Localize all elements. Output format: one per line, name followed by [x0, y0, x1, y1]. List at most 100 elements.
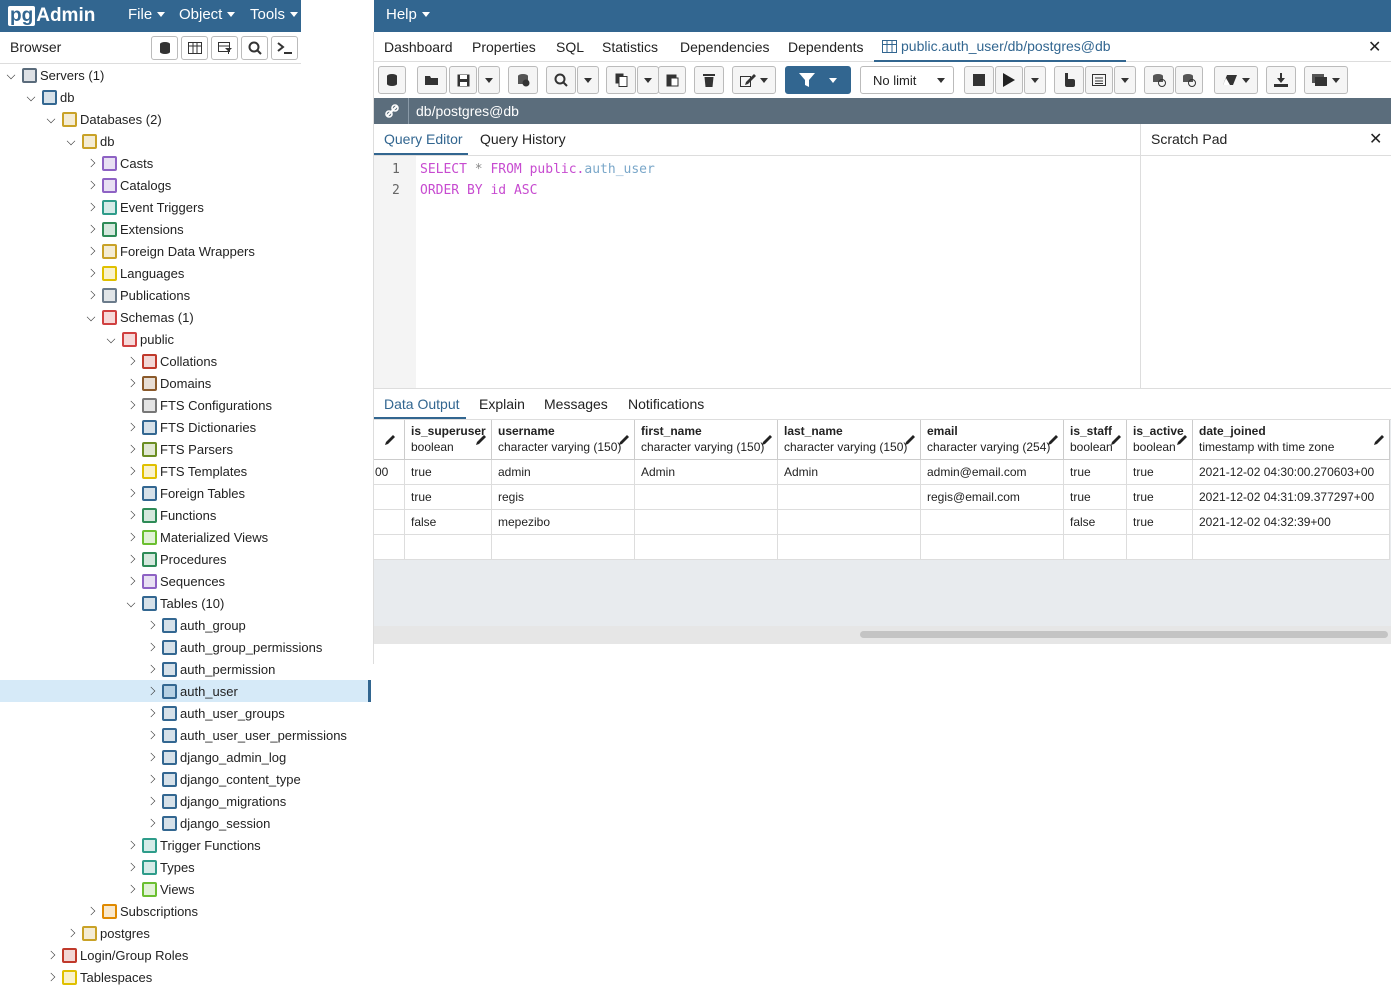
table-cell[interactable]: true: [1127, 460, 1193, 485]
column-header[interactable]: username character varying (150): [492, 420, 635, 460]
tree-node[interactable]: Subscriptions: [86, 900, 198, 922]
column-header[interactable]: last_name character varying (150): [778, 420, 921, 460]
chevron-right-icon[interactable]: [146, 708, 156, 718]
chevron-right-icon[interactable]: [86, 180, 96, 190]
save-data-button[interactable]: [508, 66, 538, 94]
execute-dropdown[interactable]: [1024, 66, 1046, 94]
chevron-right-icon[interactable]: [86, 224, 96, 234]
chevron-right-icon[interactable]: [46, 972, 56, 982]
chevron-right-icon[interactable]: [126, 840, 136, 850]
tree-node[interactable]: Tables (10): [126, 592, 224, 614]
tree-node[interactable]: db: [26, 86, 74, 108]
table-cell[interactable]: admin@email.com: [921, 460, 1064, 485]
chevron-right-icon[interactable]: [86, 158, 96, 168]
table-cell[interactable]: [635, 510, 778, 535]
chevron-right-icon[interactable]: [126, 378, 136, 388]
chevron-down-icon[interactable]: [66, 136, 76, 146]
tree-node[interactable]: Schemas (1): [86, 306, 194, 328]
table-cell[interactable]: [921, 535, 1064, 560]
tree-node[interactable]: Procedures: [126, 548, 226, 570]
tree-node[interactable]: Event Triggers: [86, 196, 204, 218]
table-cell[interactable]: mepezibo: [492, 510, 635, 535]
tree-node[interactable]: Languages: [86, 262, 184, 284]
paste-button[interactable]: [658, 66, 686, 94]
table-cell[interactable]: [778, 535, 921, 560]
tree-node[interactable]: django_migrations: [146, 790, 286, 812]
tree-node[interactable]: FTS Parsers: [126, 438, 233, 460]
cancel-query-button[interactable]: [964, 66, 994, 94]
table-cell[interactable]: true: [1064, 460, 1127, 485]
horizontal-scrollbar[interactable]: [374, 626, 1391, 644]
table-cell[interactable]: regis@email.com: [921, 485, 1064, 510]
tab-messages[interactable]: Messages: [544, 396, 608, 412]
tree-node[interactable]: FTS Templates: [126, 460, 247, 482]
db-connection-button[interactable]: [378, 66, 406, 94]
connection-status-icon[interactable]: [384, 103, 402, 119]
table-cell[interactable]: false: [405, 510, 492, 535]
chevron-right-icon[interactable]: [126, 884, 136, 894]
chevron-right-icon[interactable]: [46, 950, 56, 960]
menu-file[interactable]: File: [128, 6, 166, 23]
tree-node[interactable]: Extensions: [86, 218, 184, 240]
tree-node[interactable]: FTS Dictionaries: [126, 416, 256, 438]
tree-node[interactable]: Collations: [126, 350, 217, 372]
macros-button[interactable]: [1304, 66, 1348, 94]
search-objects-button[interactable]: [241, 36, 268, 60]
tab-data-output[interactable]: Data Output: [384, 396, 460, 412]
table-cell[interactable]: [492, 535, 635, 560]
chevron-right-icon[interactable]: [126, 400, 136, 410]
tree-node[interactable]: postgres: [66, 922, 150, 944]
tree-node[interactable]: auth_permission: [146, 658, 275, 680]
table-cell[interactable]: [635, 535, 778, 560]
tab-dependencies[interactable]: Dependencies: [680, 39, 770, 55]
tree-node[interactable]: auth_user_user_permissions: [146, 724, 347, 746]
tree-node[interactable]: Foreign Tables: [126, 482, 245, 504]
chevron-right-icon[interactable]: [126, 422, 136, 432]
table-cell[interactable]: [1127, 535, 1193, 560]
find-button[interactable]: [546, 66, 576, 94]
column-header[interactable]: is_superuser boolean: [405, 420, 492, 460]
execute-button[interactable]: [995, 66, 1023, 94]
tree-node[interactable]: Casts: [86, 152, 153, 174]
tree-node[interactable]: auth_group_permissions: [146, 636, 322, 658]
table-cell[interactable]: [921, 510, 1064, 535]
column-header[interactable]: is_staff boolean: [1064, 420, 1127, 460]
open-file-button[interactable]: [417, 66, 447, 94]
tab-dashboard[interactable]: Dashboard: [384, 39, 453, 55]
tab-sql[interactable]: SQL: [556, 39, 584, 55]
psql-tool-button[interactable]: [271, 36, 298, 60]
chevron-down-icon[interactable]: [126, 598, 136, 608]
chevron-right-icon[interactable]: [146, 796, 156, 806]
chevron-right-icon[interactable]: [126, 862, 136, 872]
row-number-cell[interactable]: 00: [374, 460, 405, 485]
tree-node[interactable]: public: [106, 328, 174, 350]
tab-statistics[interactable]: Statistics: [602, 39, 658, 55]
chevron-right-icon[interactable]: [146, 752, 156, 762]
menu-help[interactable]: Help: [386, 6, 430, 23]
chevron-right-icon[interactable]: [146, 620, 156, 630]
table-cell[interactable]: regis: [492, 485, 635, 510]
chevron-down-icon[interactable]: [106, 334, 116, 344]
save-file-button[interactable]: [449, 66, 477, 94]
chevron-right-icon[interactable]: [86, 290, 96, 300]
tab-dependents[interactable]: Dependents: [788, 39, 864, 55]
commit-button[interactable]: [1054, 66, 1084, 94]
rollback-button[interactable]: [1175, 66, 1203, 94]
table-cell[interactable]: 2021-12-02 04:30:00.270603+00: [1193, 460, 1390, 485]
table-cell[interactable]: Admin: [778, 460, 921, 485]
chevron-right-icon[interactable]: [126, 532, 136, 542]
chevron-down-icon[interactable]: [6, 70, 16, 80]
copy-dropdown[interactable]: [637, 66, 659, 94]
tree-node[interactable]: Catalogs: [86, 174, 171, 196]
tab-query-tool[interactable]: public.auth_user/db/postgres@db: [882, 38, 1111, 54]
chevron-right-icon[interactable]: [86, 202, 96, 212]
menu-object[interactable]: Object: [179, 6, 236, 23]
tree-node[interactable]: Domains: [126, 372, 211, 394]
clear-button[interactable]: [1214, 66, 1258, 94]
explain-dropdown[interactable]: [1114, 66, 1136, 94]
table-cell[interactable]: 2021-12-02 04:32:39+00: [1193, 510, 1390, 535]
table-cell[interactable]: [778, 485, 921, 510]
chevron-right-icon[interactable]: [66, 928, 76, 938]
table-cell[interactable]: true: [1127, 485, 1193, 510]
save-dropdown[interactable]: [478, 66, 500, 94]
